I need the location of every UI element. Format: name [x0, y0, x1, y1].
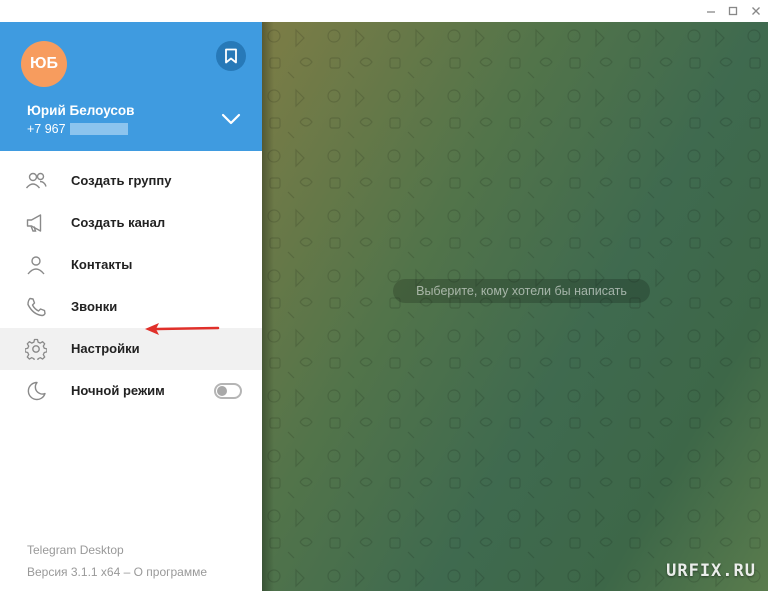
menu-item-create-channel[interactable]: Создать канал	[0, 202, 262, 244]
user-phone-text: +7 967	[27, 122, 66, 136]
contact-icon	[27, 256, 45, 275]
menu-item-night-mode[interactable]: Ночной режим	[0, 370, 262, 412]
settings-gear-icon	[25, 338, 47, 360]
annotation-arrow	[145, 323, 220, 335]
user-phone: +7 967	[27, 122, 128, 136]
menu-item-create-group[interactable]: Создать группу	[0, 160, 262, 202]
menu-item-label: Ночной режим	[71, 383, 165, 398]
menu-item-label: Создать группу	[71, 173, 172, 188]
toggle-knob	[217, 386, 227, 396]
menu-item-label: Звонки	[71, 299, 118, 314]
app-name: Telegram Desktop	[27, 543, 124, 557]
maximize-icon[interactable]	[722, 0, 744, 22]
app-version-link[interactable]: Версия 3.1.1 x64 – О программе	[27, 565, 207, 579]
chevron-down-icon[interactable]	[219, 110, 243, 128]
avatar[interactable]: ЮБ	[21, 41, 67, 87]
chat-area[interactable]: Выберите, кому хотели бы написать URFIX.…	[262, 22, 768, 591]
saved-messages-button[interactable]	[216, 41, 246, 71]
menu-item-label: Настройки	[71, 341, 140, 356]
menu-item-label: Контакты	[71, 257, 133, 272]
main-menu-sidebar: ЮБ Юрий Белоусов +7 967 Создать группу С…	[0, 22, 262, 591]
select-chat-placeholder: Выберите, кому хотели бы написать	[393, 279, 650, 303]
menu-item-label: Создать канал	[71, 215, 166, 230]
sidebar-shadow	[262, 22, 274, 591]
megaphone-icon	[26, 214, 42, 232]
close-icon[interactable]	[745, 0, 767, 22]
account-header: ЮБ Юрий Белоусов +7 967	[0, 22, 262, 151]
group-icon	[25, 172, 47, 189]
menu-item-contacts[interactable]: Контакты	[0, 244, 262, 286]
watermark: URFIX.RU	[666, 561, 756, 581]
night-mode-toggle[interactable]	[214, 383, 242, 399]
moon-icon	[27, 381, 46, 401]
user-name: Юрий Белоусов	[27, 103, 135, 118]
phone-icon	[27, 297, 46, 317]
main-menu: Создать группу Создать канал Контакты Зв…	[0, 160, 262, 412]
minimize-icon[interactable]	[700, 0, 722, 22]
phone-redaction	[69, 123, 128, 135]
chat-background-pattern	[262, 22, 768, 591]
bookmark-icon	[225, 48, 237, 64]
window-titlebar	[0, 0, 768, 23]
